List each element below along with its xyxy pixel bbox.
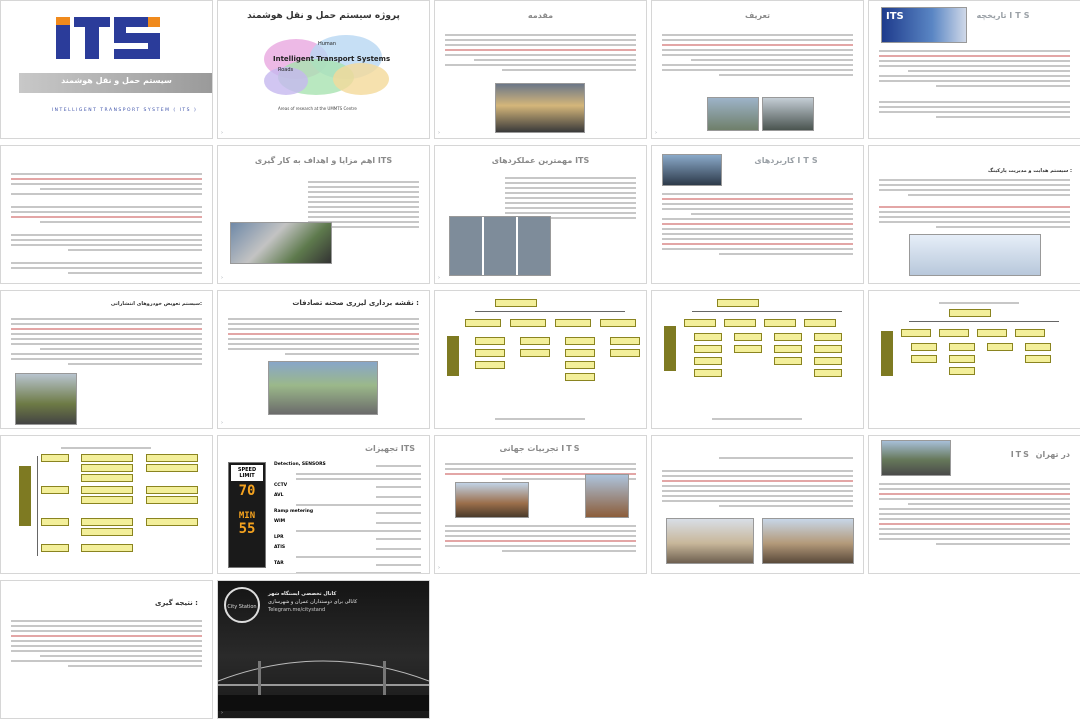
slide-title: ITS در تهران [1010,450,1070,459]
equipment-item: WIM [274,519,286,524]
slide-thumbnail-21[interactable]: نتیجه گیری : [0,580,213,719]
building-photo-2 [762,518,854,564]
building-photo-1 [666,518,754,564]
its-banner-image: ITS [881,7,967,43]
slide-title: سیستم تعویض خودروهای انتشاراتی: [110,301,202,307]
channel-text-3: Telegram.me/citystand [268,607,326,613]
slide-title: کاربردهای ITS [754,156,821,165]
min-speed-label: MIN [238,511,256,521]
slide-thumbnail-5[interactable]: تاریخچه ITS ITS [868,0,1080,139]
slide-title: مهمترین عملکردهای ITS [491,156,590,165]
parking-diagram [909,234,1041,276]
highway-photo [495,83,585,133]
its-logo [56,15,161,65]
road-photo-2 [762,97,814,131]
slide-thumbnail-17[interactable]: تجهیزات ITS SPEED LIMIT 70 MIN 55 Detect… [217,435,430,574]
intersection-render [268,361,378,415]
slide-thumbnail-3[interactable]: مقدمه › [434,0,647,139]
speed-sign: SPEED LIMIT 70 MIN 55 [228,462,266,568]
equipment-item: CCTV [274,483,288,488]
slide-thumbnail-1[interactable]: سیستم حمل و نقل هوشمند INTELLIGENT TRANS… [0,0,213,139]
bridge-silhouette [218,660,429,711]
slide-title: مقدمه [527,11,554,20]
equipment-item: Detection, SENSORS [274,462,326,467]
equipment-item: LPR [274,535,284,540]
diagram-center-label: Intelligent Transport Systems [273,55,391,63]
diagram-word-roads: Roads [278,67,294,73]
traffic-collage [230,222,332,264]
slide-title: تجهیزات ITS [364,444,415,453]
slide-thumbnail-22[interactable]: City Station کانال تخصصی ایستگاه شهر کان… [217,580,430,719]
slide-thumbnail-20[interactable]: ITS در تهران [868,435,1080,574]
equipment-item: AVL [274,493,284,498]
slide-subtitle: سیستم حمل و نقل هوشمند [61,76,172,85]
diagram-caption: Areas of research at the UMMTS Centre [278,106,357,111]
slide-title: سیستم هدایت و مدیریت پارکینگ : [988,168,1072,174]
banner-its-text: ITS [886,11,904,22]
min-speed-value: 55 [238,521,256,537]
slide-thumbnail-7[interactable]: اهم مزایا و اهداف به کار گیری ITS › [217,145,430,284]
channel-text-2: کانالی برای دوستداران عمران و شهرسازی [268,599,358,605]
city-photo-1 [455,482,529,518]
equipment-item: ATIS [274,545,286,550]
city-photo-2 [585,474,629,518]
slide-thumbnail-2[interactable]: پروژه سیستم حمل و نقل هوشمند Intelligent… [217,0,430,139]
equipment-item: TAR [274,561,284,566]
slide-thumbnail-8[interactable]: مهمترین عملکردهای ITS › [434,145,647,284]
slide-sorter-grid: سیستم حمل و نقل هوشمند INTELLIGENT TRANS… [0,0,1080,720]
slide-title: پروژه سیستم حمل و نقل هوشمند [247,11,400,21]
slide-title: نقشه برداری لیزری صحنه تصادفات : [292,299,419,307]
slide-thumbnail-9[interactable]: کاربردهای ITS [651,145,864,284]
badge-label: City Station [227,604,257,610]
slide-thumbnail-6[interactable] [0,145,213,284]
slide-thumbnail-16[interactable] [0,435,213,574]
channel-text-1: کانال تخصصی ایستگاه شهر [268,591,337,597]
slide-thumbnail-10[interactable]: سیستم هدایت و مدیریت پارکینگ : [868,145,1080,284]
slide-thumbnail-11[interactable]: سیستم تعویض خودروهای انتشاراتی: [0,290,213,429]
slide-thumbnail-19[interactable] [651,435,864,574]
control-room-photo [662,154,722,186]
slide-thumbnail-18[interactable]: تجربیات جهانی ITS › [434,435,647,574]
tehran-road-photo [881,440,951,476]
slide-thumbnail-13[interactable] [434,290,647,429]
research-diagram [264,35,389,95]
slide-thumbnail-14[interactable] [651,290,864,429]
speed-limit-label: SPEED LIMIT [231,465,263,481]
city-station-badge: City Station [224,587,260,623]
road-photo-1 [707,97,759,131]
slide-thumbnail-15[interactable] [868,290,1080,429]
diagram-word-human: Human [318,41,337,47]
slide-title: اهم مزایا و اهداف به کار گیری ITS [254,156,393,165]
bus-photo [15,373,77,425]
equipment-item: Ramp metering [274,509,314,514]
slide-title: نتیجه گیری : [154,599,198,607]
traffic-photo-grid [449,216,551,276]
slide-title: تجربیات جهانی ITS [499,444,582,453]
slide-title: تعریف [744,11,771,20]
slide-thumbnail-4[interactable]: تعریف › [651,0,864,139]
slide-thumbnail-12[interactable]: نقشه برداری لیزری صحنه تصادفات : › [217,290,430,429]
speed-limit-value: 70 [238,483,256,499]
equipment-list: Detection, SENSORS CCTV AVL Ramp meterin… [274,460,421,573]
slide-english-title: INTELLIGENT TRANSPORT SYSTEM ( ITS ) [51,108,198,113]
